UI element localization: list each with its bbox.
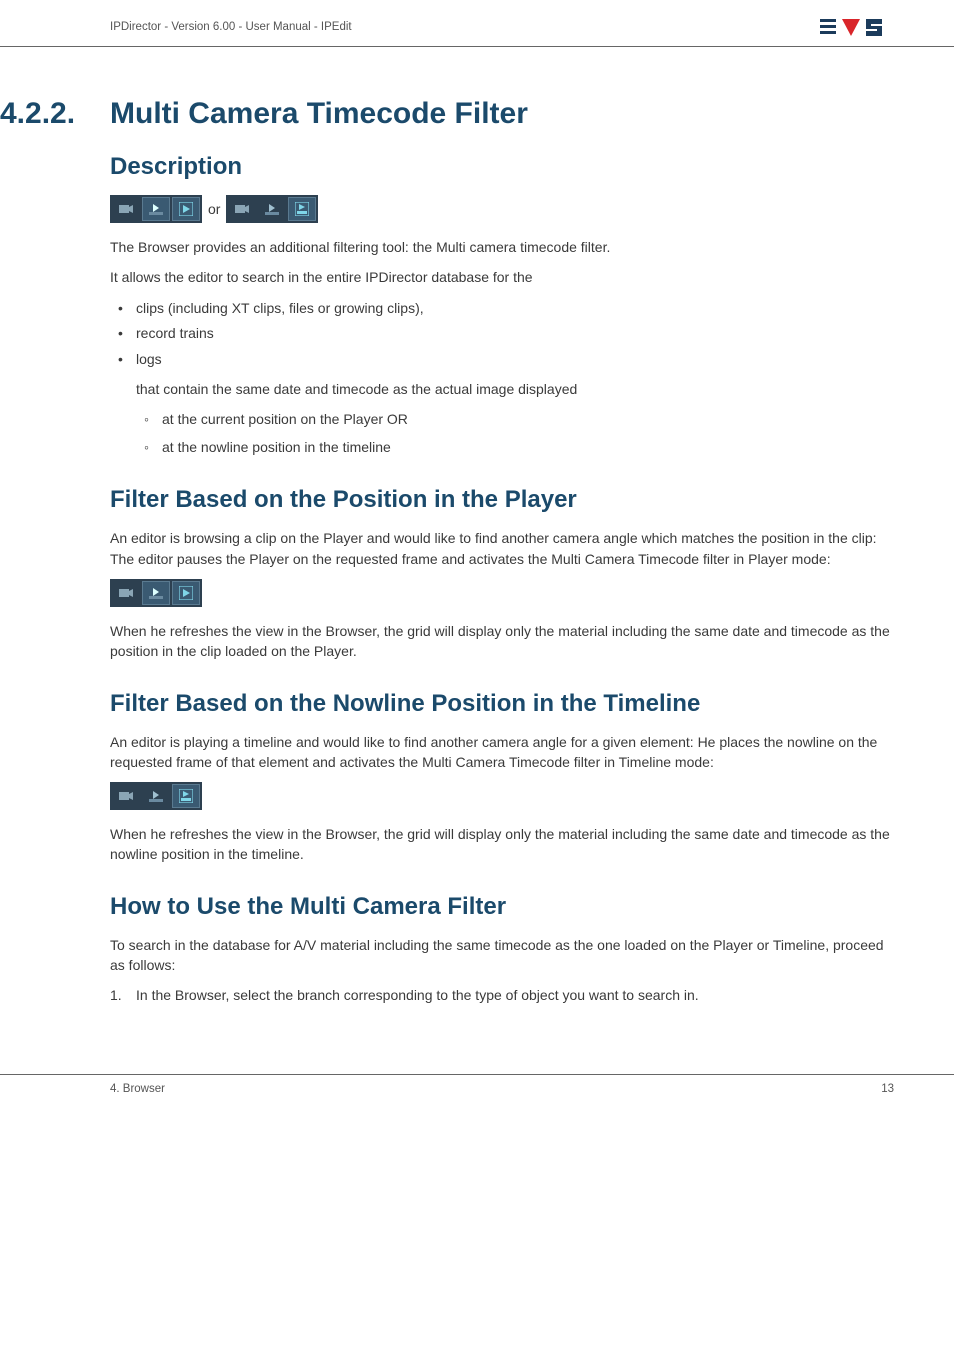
list-item: at the current position on the Player OR	[136, 409, 894, 431]
heading-filter-nowline: Filter Based on the Nowline Position in …	[110, 690, 894, 718]
play-icon[interactable]	[172, 197, 200, 221]
howto-steps: In the Browser, select the branch corres…	[110, 985, 894, 1005]
page-number: 13	[881, 1083, 894, 1095]
page-title: Multi Camera Timecode Filter	[110, 97, 528, 131]
timeline-arrow-icon[interactable]	[142, 197, 170, 221]
play-timeline-icon[interactable]	[288, 197, 316, 221]
heading-how-to: How to Use the Multi Camera Filter	[110, 893, 894, 921]
list-item: record trains	[110, 323, 894, 345]
list-item: at the nowline position in the timeline	[136, 437, 894, 459]
desc-p2: It allows the editor to search in the en…	[110, 267, 894, 287]
camera-icon[interactable]	[112, 784, 140, 808]
filter-mode-toggles: or	[110, 195, 894, 223]
heading-description: Description	[110, 153, 894, 181]
timeline-arrow-icon[interactable]	[258, 197, 286, 221]
howto-p1: To search in the database for A/V materi…	[110, 935, 894, 976]
player-mode-toolbar	[110, 579, 894, 607]
player-p2: When he refreshes the view in the Browse…	[110, 621, 894, 662]
camera-icon[interactable]	[112, 581, 140, 605]
timeline-arrow-icon[interactable]	[142, 581, 170, 605]
page-header: IPDirector - Version 6.00 - User Manual …	[0, 0, 954, 47]
evs-logo	[820, 16, 894, 38]
nowline-p2: When he refreshes the view in the Browse…	[110, 824, 894, 865]
timeline-arrow-icon[interactable]	[142, 784, 170, 808]
timeline-mode-toolbar	[110, 782, 894, 810]
page-footer: 4. Browser 13	[0, 1074, 954, 1119]
section-number: 4.2.2.	[0, 97, 75, 131]
heading-filter-player: Filter Based on the Position in the Play…	[110, 486, 894, 514]
footer-section: 4. Browser	[110, 1083, 165, 1095]
desc-p1: The Browser provides an additional filte…	[110, 237, 894, 257]
section-heading: 4.2.2. Multi Camera Timecode Filter	[110, 97, 894, 131]
play-icon[interactable]	[172, 581, 200, 605]
camera-icon[interactable]	[112, 197, 140, 221]
or-label: or	[208, 201, 220, 217]
toolbar-player-mode	[110, 195, 202, 223]
list-item: logs that contain the same date and time…	[110, 349, 894, 458]
toolbar-timeline-active	[110, 782, 202, 810]
toolbar-player-active	[110, 579, 202, 607]
player-p1: An editor is browsing a clip on the Play…	[110, 528, 894, 569]
sub-list: at the current position on the Player OR…	[136, 409, 894, 458]
play-timeline-icon[interactable]	[172, 784, 200, 808]
list-item: clips (including XT clips, files or grow…	[110, 298, 894, 320]
camera-icon[interactable]	[228, 197, 256, 221]
breadcrumb: IPDirector - Version 6.00 - User Manual …	[110, 21, 352, 33]
desc-list: clips (including XT clips, files or grow…	[110, 298, 894, 459]
step-item: In the Browser, select the branch corres…	[110, 985, 894, 1005]
sub-paragraph: that contain the same date and timecode …	[136, 379, 894, 399]
nowline-p1: An editor is playing a timeline and woul…	[110, 732, 894, 773]
toolbar-timeline-mode	[226, 195, 318, 223]
